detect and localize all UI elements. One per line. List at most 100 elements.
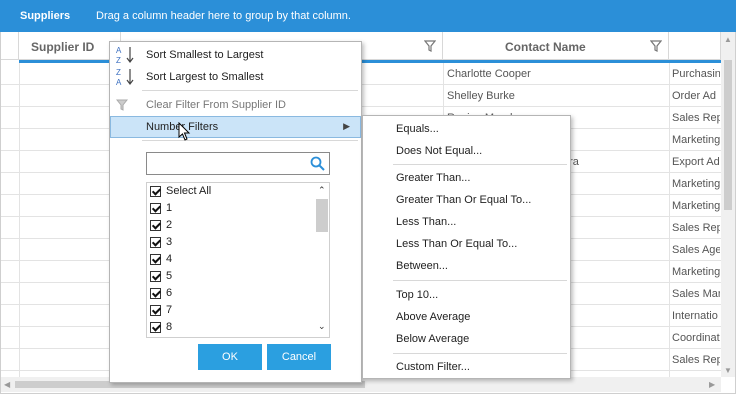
menu-item-label: Less Than Or Equal To...: [396, 238, 518, 250]
select-all-checkbox[interactable]: Select All: [147, 183, 317, 200]
contact-name-cell[interactable]: Shelley Burke: [447, 85, 665, 107]
checkbox-checked-icon[interactable]: [150, 237, 161, 248]
scroll-left-icon[interactable]: ◀: [4, 380, 10, 389]
column-header-supplier-id[interactable]: Supplier ID: [19, 32, 121, 60]
cancel-button[interactable]: Cancel: [267, 344, 331, 370]
scroll-down-icon[interactable]: ⌄: [318, 321, 326, 332]
value-checkbox[interactable]: 7: [147, 302, 317, 319]
menu-separator: [393, 353, 567, 354]
search-icon[interactable]: [310, 156, 325, 174]
supplier-id-cell[interactable]: [19, 217, 115, 239]
scroll-down-icon[interactable]: ▼: [724, 366, 732, 375]
filter-icon[interactable]: [423, 40, 437, 55]
contact-title-cell[interactable]: Coordinat: [672, 327, 720, 349]
column-header-label: Contact Name: [505, 40, 586, 54]
contact-title-cell[interactable]: Sales Rep: [672, 349, 720, 371]
supplier-id-cell[interactable]: [19, 63, 115, 85]
supplier-id-cell[interactable]: 1: [19, 349, 115, 371]
contact-title-cell[interactable]: Sales Rep: [672, 107, 720, 129]
supplier-id-cell[interactable]: [19, 85, 115, 107]
number-filter-option[interactable]: Top 10...: [363, 284, 570, 306]
contact-title-cell[interactable]: Marketing: [672, 261, 720, 283]
filter-values-list: ⌃ ⌄ Select All 1 2 3 4 5 6 7 8: [146, 182, 330, 338]
vertical-scroll-thumb[interactable]: [724, 60, 732, 210]
values-scroll-thumb[interactable]: [316, 199, 328, 232]
value-checkbox[interactable]: 5: [147, 268, 317, 285]
supplier-id-cell[interactable]: [19, 151, 115, 173]
checkbox-checked-icon[interactable]: [150, 186, 161, 197]
number-filter-option[interactable]: Does Not Equal...: [363, 140, 570, 162]
grid-title: Suppliers: [20, 10, 71, 22]
filter-icon[interactable]: [649, 40, 663, 55]
contact-title-cell[interactable]: Purchasing: [672, 63, 720, 85]
values-list-scrollbar[interactable]: ⌃ ⌄: [315, 183, 329, 337]
number-filter-option[interactable]: Greater Than Or Equal To...: [363, 189, 570, 211]
supplier-id-cell[interactable]: [19, 129, 115, 151]
number-filter-option[interactable]: Equals...: [363, 118, 570, 140]
ok-button[interactable]: OK: [198, 344, 262, 370]
checkbox-checked-icon[interactable]: [150, 271, 161, 282]
contact-title-cell[interactable]: Marketing: [672, 173, 720, 195]
checkbox-checked-icon[interactable]: [150, 254, 161, 265]
vertical-scrollbar[interactable]: ▲ ▼: [721, 32, 735, 377]
sort-largest-to-smallest-item[interactable]: ZA Sort Largest to Smallest: [110, 66, 361, 88]
number-filter-option[interactable]: Less Than...: [363, 211, 570, 233]
clear-filter-item[interactable]: Clear Filter From Supplier ID: [110, 94, 361, 116]
value-checkbox[interactable]: 4: [147, 251, 317, 268]
value-checkbox[interactable]: 3: [147, 234, 317, 251]
contact-title-cell[interactable]: Marketing: [672, 195, 720, 217]
scroll-right-icon[interactable]: ▶: [709, 380, 715, 389]
checkbox-checked-icon[interactable]: [150, 288, 161, 299]
checkbox-checked-icon[interactable]: [150, 220, 161, 231]
menu-separator: [393, 164, 567, 165]
value-checkbox[interactable]: 6: [147, 285, 317, 302]
column-header-contact-title[interactable]: [669, 32, 721, 60]
supplier-id-cell[interactable]: 1: [19, 305, 115, 327]
group-by-hint: Drag a column header here to group by th…: [96, 10, 351, 22]
scroll-up-icon[interactable]: ▲: [724, 35, 732, 44]
supplier-id-cell[interactable]: 1: [19, 261, 115, 283]
checkbox-checked-icon[interactable]: [150, 322, 161, 333]
contact-title-cell[interactable]: Sales Age: [672, 239, 720, 261]
menu-separator: [142, 90, 358, 91]
supplier-id-cell[interactable]: [19, 195, 115, 217]
checkbox-checked-icon[interactable]: [150, 203, 161, 214]
checkbox-label: 8: [166, 321, 173, 333]
number-filter-option[interactable]: Below Average: [363, 328, 570, 350]
contact-title-cell[interactable]: Internatio: [672, 305, 720, 327]
svg-text:Z: Z: [116, 56, 121, 65]
sort-ascending-icon: AZ: [116, 45, 138, 67]
value-checkbox[interactable]: 1: [147, 200, 317, 217]
menu-item-label: Greater Than...: [396, 172, 471, 184]
contact-title-cell[interactable]: Sales Rep: [672, 217, 720, 239]
menu-item-label: Less Than...: [396, 216, 457, 228]
value-checkbox[interactable]: 2: [147, 217, 317, 234]
number-filter-option[interactable]: Above Average: [363, 306, 570, 328]
checkbox-checked-icon[interactable]: [150, 305, 161, 316]
supplier-id-cell[interactable]: [19, 107, 115, 129]
submenu-arrow-icon: ▶: [343, 121, 350, 131]
number-filters-item[interactable]: Number Filters ▶: [110, 116, 361, 138]
number-filter-option[interactable]: Between...: [363, 255, 570, 277]
filter-search-input[interactable]: [146, 152, 330, 175]
svg-text:A: A: [116, 46, 122, 55]
number-filter-option[interactable]: Greater Than...: [363, 167, 570, 189]
contact-title-cell[interactable]: Marketing: [672, 129, 720, 151]
contact-title-cell[interactable]: Export Ad: [672, 151, 720, 173]
column-header-contact-name[interactable]: Contact Name: [443, 32, 669, 60]
contact-title-cell[interactable]: Sales Mar: [672, 283, 720, 305]
contact-name-cell[interactable]: Charlotte Cooper: [447, 63, 665, 85]
clear-filter-icon: [115, 99, 130, 113]
supplier-id-cell[interactable]: [19, 173, 115, 195]
supplier-id-cell[interactable]: [19, 239, 115, 261]
supplier-id-cell[interactable]: 1: [19, 283, 115, 305]
sort-smallest-to-largest-item[interactable]: AZ Sort Smallest to Largest: [110, 44, 361, 66]
supplier-id-cell[interactable]: 1: [19, 327, 115, 349]
grouping-panel[interactable]: Suppliers Drag a column header here to g…: [0, 0, 736, 32]
scroll-up-icon[interactable]: ⌃: [318, 185, 326, 196]
value-checkbox[interactable]: 8: [147, 319, 317, 336]
contact-title-cell[interactable]: Order Ad: [672, 85, 720, 107]
checkbox-label: Select All: [166, 185, 212, 197]
number-filter-option[interactable]: Custom Filter...: [363, 356, 570, 378]
number-filter-option[interactable]: Less Than Or Equal To...: [363, 233, 570, 255]
